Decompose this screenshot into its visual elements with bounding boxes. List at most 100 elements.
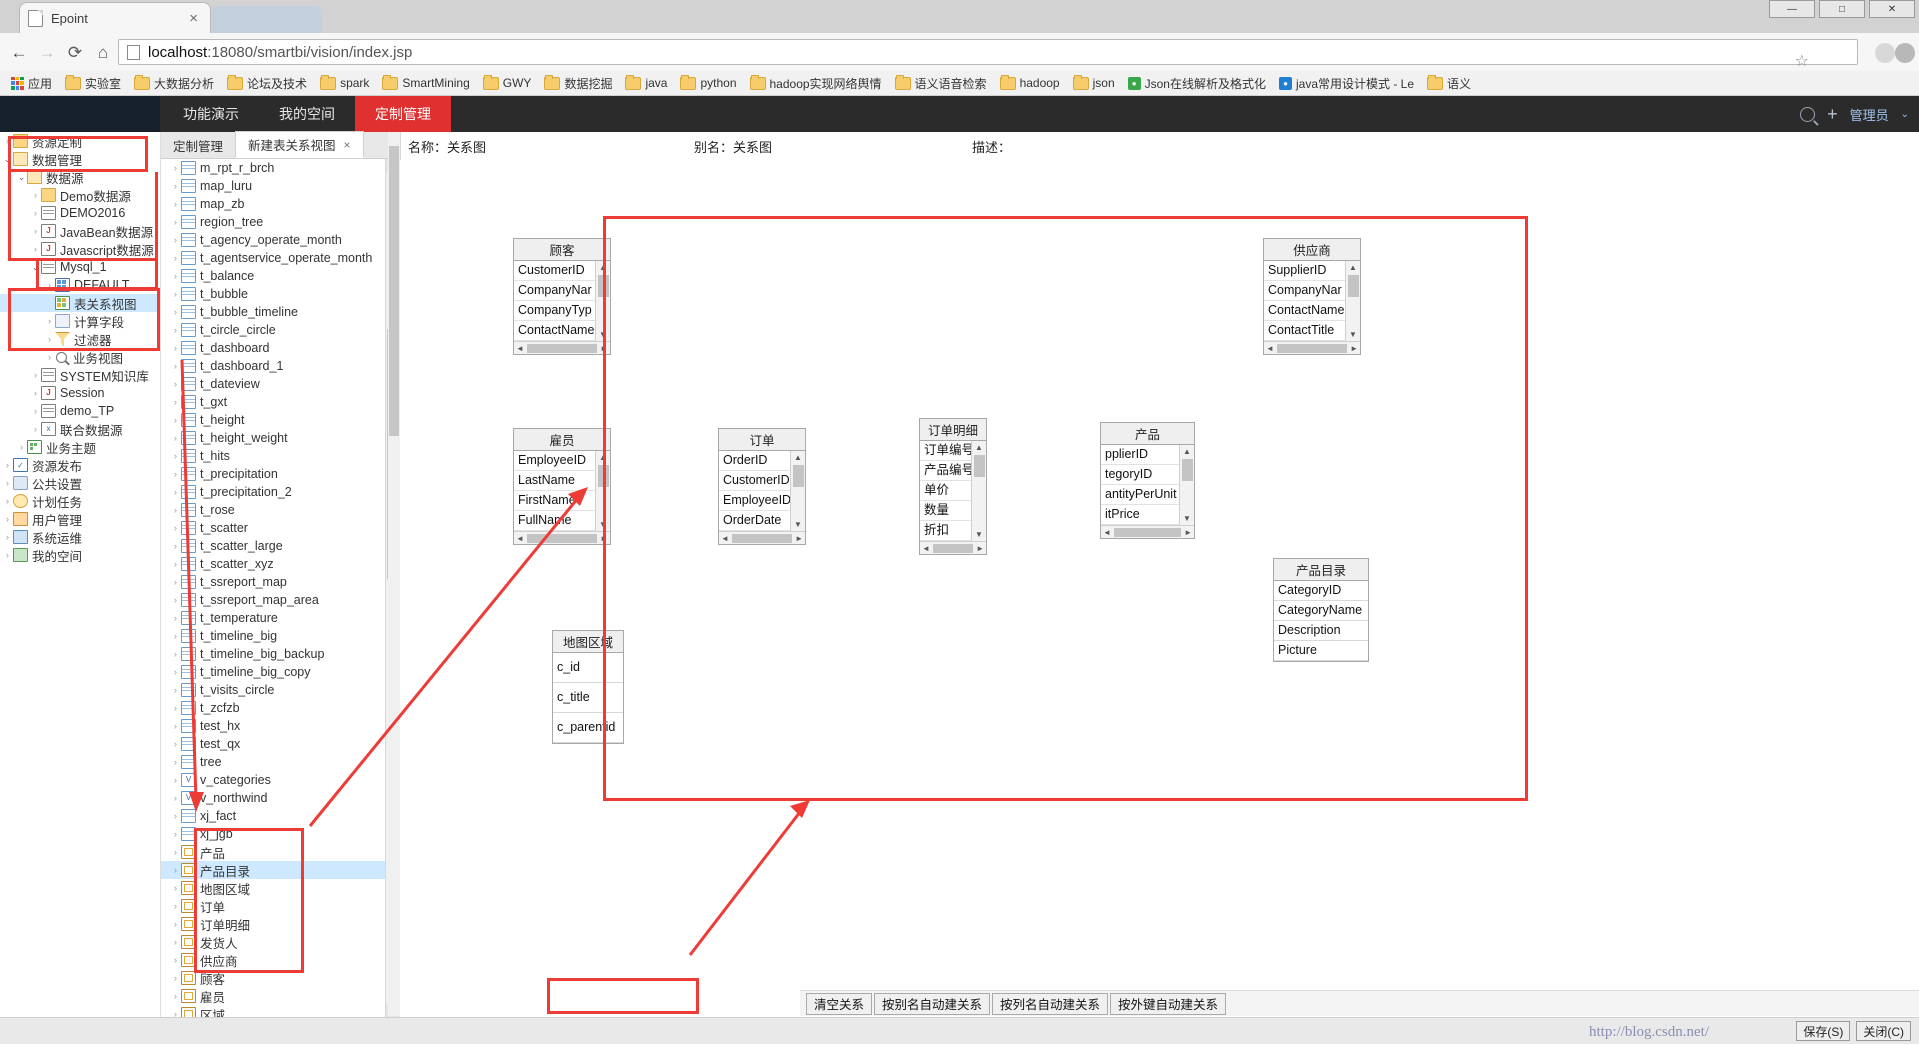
chevron-down-icon[interactable]: ⌄ — [1901, 109, 1909, 120]
chevron-right-icon[interactable]: › — [170, 883, 181, 893]
close-button[interactable]: 关闭(C) — [1856, 1021, 1911, 1041]
bookmark-item[interactable]: 应用 — [6, 73, 57, 94]
chevron-right-icon[interactable]: › — [170, 271, 181, 281]
chevron-down-icon[interactable]: ⌄ — [2, 154, 13, 165]
chevron-right-icon[interactable]: › — [170, 667, 181, 677]
chevron-down-icon[interactable]: ⌄ — [30, 262, 41, 273]
table-list-item[interactable]: › t_zcfzb — [161, 699, 385, 717]
table-list-item[interactable]: › map_zb — [161, 195, 385, 213]
search-icon[interactable] — [1800, 106, 1816, 122]
table-list-item[interactable]: › 雇员 — [161, 987, 385, 1005]
sidebar-item-22[interactable]: › 系统运维 — [0, 528, 160, 546]
table-list-item[interactable]: › t_precipitation — [161, 465, 385, 483]
scroll-left-icon[interactable]: ◄ — [516, 534, 524, 543]
bookmark-item[interactable]: 语义语音检索 — [890, 73, 992, 94]
chevron-right-icon[interactable]: › — [2, 550, 13, 560]
scroll-right-icon[interactable]: ► — [795, 534, 803, 543]
sidebar-item-23[interactable]: › 我的空间 — [0, 546, 160, 564]
sidebar-item-11[interactable]: › 过滤器 — [0, 330, 160, 348]
table-list-item[interactable]: › t_height_weight — [161, 429, 385, 447]
chevron-right-icon[interactable]: › — [30, 424, 41, 434]
table-list-item[interactable]: › t_balance — [161, 267, 385, 285]
sidebar-item-18[interactable]: › ✓ 资源发布 — [0, 456, 160, 474]
entity-table[interactable]: 订单明细 订单编号 产品编号 单价 数量 折扣 ▲ ▼ ◄ ► — [919, 418, 987, 555]
chevron-right-icon[interactable]: › — [170, 793, 181, 803]
bookmark-item[interactable]: 语义 — [1422, 73, 1476, 94]
chevron-right-icon[interactable]: › — [44, 352, 55, 362]
sidebar-item-1[interactable]: ⌄ 数据管理 — [0, 150, 160, 168]
table-list-item[interactable]: › 地图区域 — [161, 879, 385, 897]
entity-table[interactable]: 地图区域 c_id c_title c_parentid — [552, 630, 624, 744]
chevron-right-icon[interactable]: › — [170, 685, 181, 695]
entity-table[interactable]: 订单 OrderID CustomerID EmployeeID OrderDate ▲ ▼… — [718, 428, 806, 545]
panel-tab[interactable]: 新建表关系视图 × — [235, 131, 364, 158]
sidebar-item-0[interactable]: › 资源定制 — [0, 132, 160, 150]
entity-column[interactable]: CategoryName — [1274, 601, 1368, 621]
table-list-item[interactable]: › 发货人 — [161, 933, 385, 951]
chevron-right-icon[interactable]: › — [2, 460, 13, 470]
scroll-left-icon[interactable]: ◄ — [922, 544, 930, 553]
chevron-right-icon[interactable]: › — [170, 397, 181, 407]
chevron-right-icon[interactable]: › — [170, 379, 181, 389]
chevron-down-icon[interactable]: ⌄ — [16, 172, 27, 183]
entity-column[interactable]: c_id — [553, 653, 623, 683]
chevron-right-icon[interactable]: › — [170, 181, 181, 191]
close-icon[interactable]: × — [185, 11, 202, 26]
table-list-item[interactable]: › t_gxt — [161, 393, 385, 411]
bookmark-item[interactable]: 实验室 — [60, 73, 126, 94]
table-list-item[interactable]: › tree — [161, 753, 385, 771]
sidebar-item-13[interactable]: › SYSTEM知识库 — [0, 366, 160, 384]
table-list-item[interactable]: › t_agency_operate_month — [161, 231, 385, 249]
scroll-right-icon[interactable]: ► — [600, 534, 608, 543]
chevron-right-icon[interactable]: › — [170, 757, 181, 767]
chevron-right-icon[interactable]: › — [170, 991, 181, 1001]
chevron-right-icon[interactable]: › — [30, 208, 41, 218]
scrollbar-thumb[interactable] — [526, 533, 598, 543]
chevron-right-icon[interactable]: › — [170, 559, 181, 569]
sidebar-item-5[interactable]: › J JavaBean数据源 — [0, 222, 160, 240]
chevron-right-icon[interactable]: › — [170, 541, 181, 551]
sidebar-item-17[interactable]: › 业务主题 — [0, 438, 160, 456]
chrome-menu-icon[interactable] — [1895, 43, 1915, 63]
scroll-right-icon[interactable]: ► — [976, 544, 984, 553]
chevron-right-icon[interactable]: › — [170, 703, 181, 713]
table-list-item[interactable]: › 产品目录 — [161, 861, 385, 879]
table-list-item[interactable]: › t_temperature — [161, 609, 385, 627]
scroll-down-icon[interactable]: ▼ — [972, 528, 986, 541]
entity-table[interactable]: 供应商 SupplierID CompanyNar ContactName Contac… — [1263, 238, 1361, 355]
table-list-item[interactable]: › m_rpt_r_brch — [161, 159, 385, 177]
chevron-right-icon[interactable]: › — [16, 442, 27, 452]
scroll-down-icon[interactable]: ▼ — [1180, 512, 1194, 525]
table-list-item[interactable]: › t_dashboard — [161, 339, 385, 357]
bookmark-item[interactable]: hadoop实现网络舆情 — [745, 73, 887, 94]
chevron-right-icon[interactable]: › — [2, 478, 13, 488]
table-list-item[interactable]: › t_scatter — [161, 519, 385, 537]
chevron-right-icon[interactable]: › — [170, 361, 181, 371]
table-list-item[interactable]: › t_rose — [161, 501, 385, 519]
table-list-item[interactable]: › 区域 — [161, 1005, 385, 1017]
chevron-right-icon[interactable]: › — [30, 190, 41, 200]
scroll-left-icon[interactable]: ◄ — [1266, 344, 1274, 353]
entity-column[interactable]: c_parentid — [553, 713, 623, 743]
chevron-right-icon[interactable]: › — [170, 451, 181, 461]
chevron-right-icon[interactable]: › — [170, 595, 181, 605]
scroll-down-icon[interactable]: ▼ — [1346, 328, 1360, 341]
table-list-item[interactable]: › 产品 — [161, 843, 385, 861]
table-list-item[interactable]: › Vv_northwind — [161, 789, 385, 807]
sidebar-item-20[interactable]: › 计划任务 — [0, 492, 160, 510]
nav-tab[interactable]: 我的空间 — [259, 96, 355, 132]
chevron-right-icon[interactable]: › — [30, 370, 41, 380]
chevron-right-icon[interactable]: › — [170, 829, 181, 839]
entity-column[interactable]: Picture — [1274, 641, 1368, 661]
bookmark-item[interactable]: java — [620, 74, 672, 92]
table-list-item[interactable]: › t_agentservice_operate_month — [161, 249, 385, 267]
chevron-right-icon[interactable]: › — [44, 334, 55, 344]
sidebar-item-9[interactable]: 表关系视图 — [0, 294, 160, 312]
entity-vertical-scrollbar[interactable]: ▲ ▼ — [595, 451, 610, 531]
sidebar-item-21[interactable]: › 用户管理 — [0, 510, 160, 528]
chevron-right-icon[interactable]: › — [170, 721, 181, 731]
sidebar-item-7[interactable]: ⌄ Mysql_1 — [0, 258, 160, 276]
chevron-right-icon[interactable]: › — [170, 163, 181, 173]
profile-avatar-icon[interactable] — [1875, 43, 1895, 63]
entity-column[interactable]: c_title — [553, 683, 623, 713]
